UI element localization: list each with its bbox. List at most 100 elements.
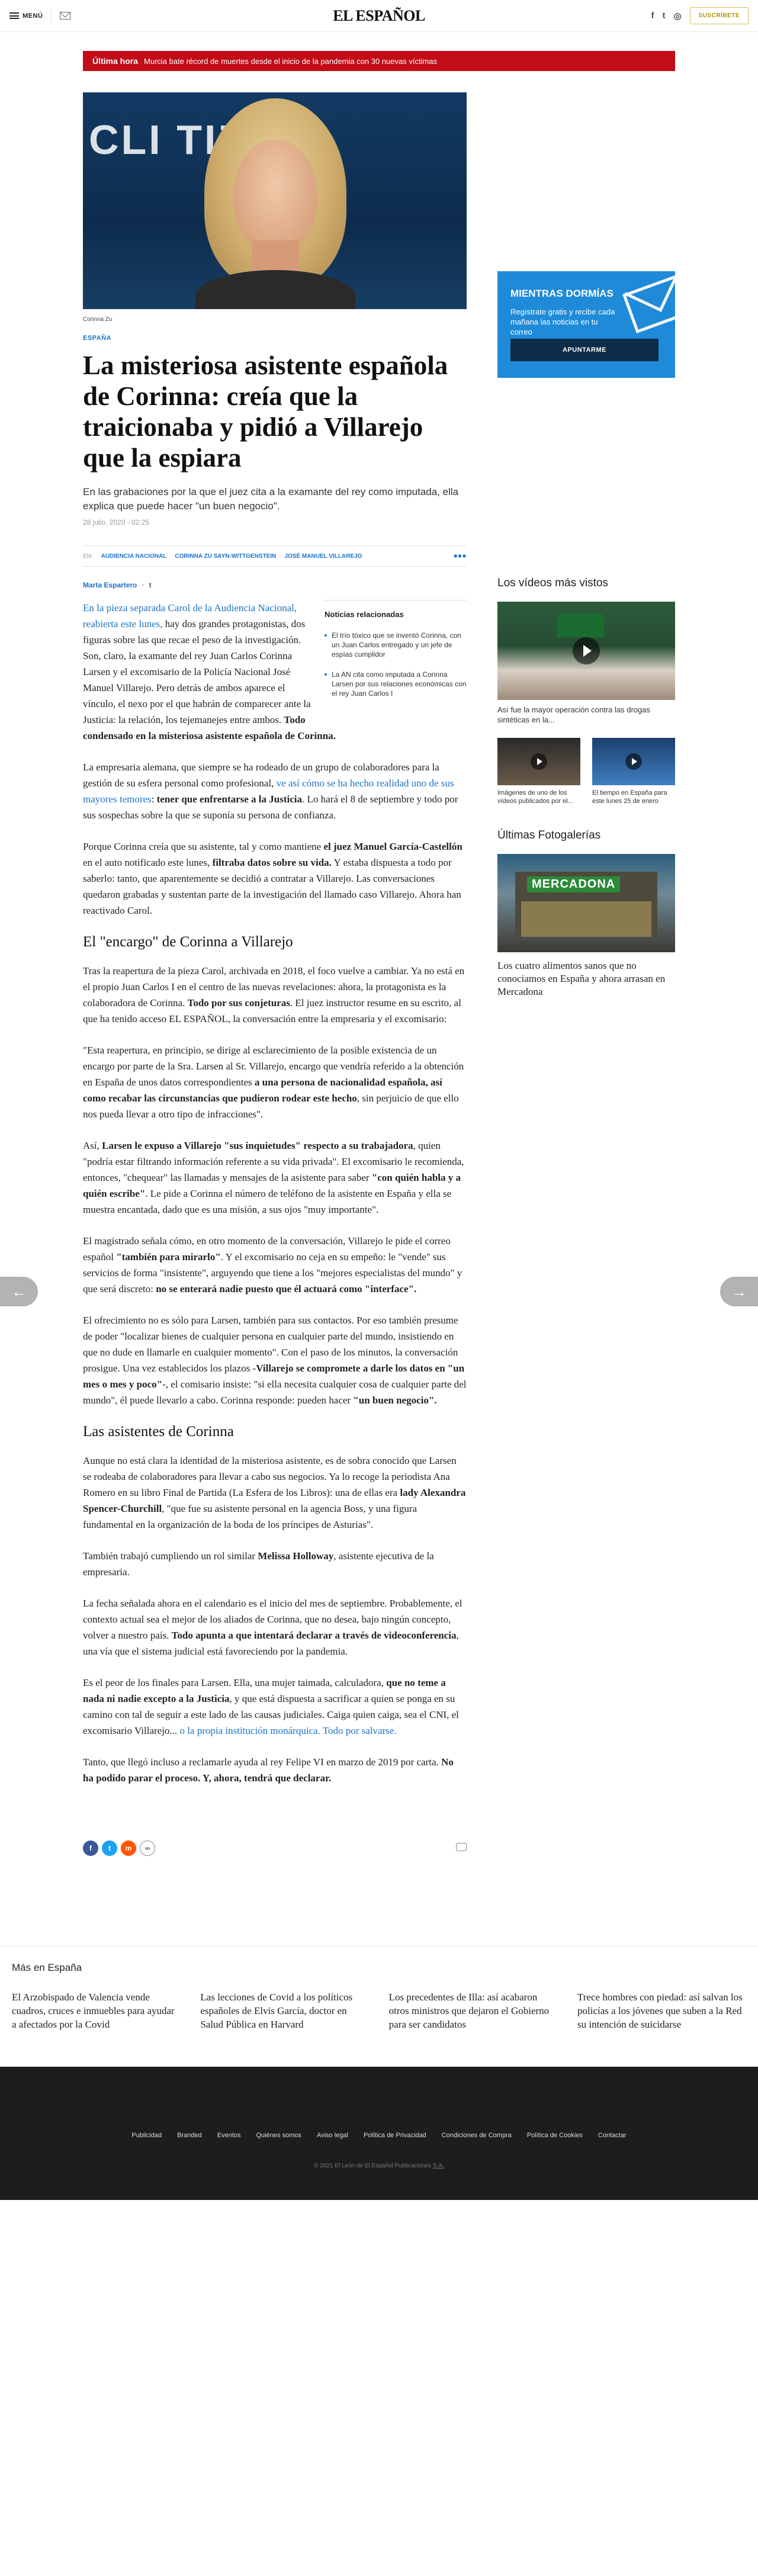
play-icon [573,637,600,664]
share-meneame-button[interactable]: m [121,1841,136,1856]
footer-link[interactable]: Política de Privacidad [364,2132,426,2139]
newsletter-box: MIENTRAS DORMÍAS Regístrate gratis y rec… [497,271,675,378]
related-news-item[interactable]: La AN cita como imputada a Corinna Larse… [325,670,467,698]
author-twitter-icon[interactable]: t [149,581,152,589]
footer-link[interactable]: Publicidad [131,2132,162,2139]
breaking-news-bar[interactable]: Última hora Murcia bate récord de muerte… [83,51,675,71]
more-news-item[interactable]: Las lecciones de Covid a los políticos e… [200,1990,369,2031]
text-span: en el auto notificado este lunes, [83,857,213,868]
gallery-thumbnail[interactable]: MERCADONA [497,854,675,952]
bold-span: Larsen le expuso a Villarejo "sus inquie… [102,1140,413,1151]
copyright-text: © 2021 El León de El Español Publicacion… [314,2163,433,2169]
share-facebook-button[interactable]: f [83,1841,98,1856]
newsletter-text: Regístrate gratis y recibe cada mañana l… [510,307,615,336]
tag-link[interactable]: AUDIENCIA NACIONAL [101,553,167,560]
paragraph: La fecha señalada ahora en el calendario… [83,1595,467,1659]
more-news-title: Más en España [12,1962,82,1973]
bold-span: Melissa Holloway [258,1550,334,1562]
section-heading: El "encargo" de Corinna a Villarejo [83,934,293,950]
related-news-title: Noticias relacionadas [325,610,404,619]
footer-link[interactable]: Aviso legal [317,2132,348,2139]
bold-span: Todo por sus conjeturas [187,997,290,1008]
share-link-button[interactable]: ∞ [140,1841,155,1856]
video-caption[interactable]: Así fue la mayor operación contra las dr… [497,705,675,725]
related-news-item[interactable]: El trío tóxico que se inventó Corinna, c… [325,631,467,659]
inline-link[interactable]: o la propia institución monárquica. Todo… [179,1725,396,1736]
more-news-grid: El Arzobispado de Valencia vende cuadros… [12,1990,746,2031]
footer-link[interactable]: Branded [177,2132,202,2139]
video-caption: Imágenes de uno de los vídeos publicados… [497,789,573,805]
bold-span: el juez Manuel García-Castellón [323,841,462,852]
more-news-section: Más en España El Arzobispado de Valencia… [0,1946,758,2067]
author-separator: • [142,581,144,589]
hero-image: CLI TIZEN [83,92,467,309]
section-tag[interactable]: ESPAÑA [83,335,467,342]
menu-label: MENÚ [23,12,43,20]
more-news-item[interactable]: Trece hombres con piedad: así salvan los… [577,1990,746,2031]
play-icon [531,753,547,770]
copyright-link[interactable]: S.A. [433,2163,444,2169]
gallery-title: Últimas Fotogalerías [497,829,601,841]
subscribe-button[interactable]: SUSCRÍBETE [689,7,749,24]
paragraph: Porque Corinna creía que su asistente, t… [83,839,467,918]
newsletter-signup-button[interactable]: APUNTARME [510,339,659,361]
more-options-icon[interactable]: ••• [454,550,467,563]
instagram-icon[interactable]: ◎ [673,11,681,21]
footer-link[interactable]: Política de Cookies [527,2132,583,2139]
image-caption: Corinna Zu [83,316,113,323]
site-footer: Publicidad Branded Eventos Quiénes somos… [0,2067,758,2200]
paragraph: El ofrecimiento no es sólo para Larsen, … [83,1312,467,1408]
video-item[interactable]: Imágenes de uno de los vídeos publicados… [497,738,580,805]
menu-button[interactable]: MENÚ [9,12,43,20]
footer-link[interactable]: Eventos [217,2132,241,2139]
text-span: También trabajó cumpliendo un rol simila… [83,1550,258,1562]
breaking-label: Última hora [92,56,139,66]
paragraph: Tanto, que llegó incluso a reclamarle ay… [83,1754,467,1786]
bold-span: tener que enfrentarse a la Justicia [156,794,303,805]
footer-link[interactable]: Condiciones de Compra [442,2132,512,2139]
hero-dress-shape [195,270,355,309]
site-logo[interactable]: EL ESPAÑOL [333,7,425,25]
tag-link[interactable]: JOSÉ MANUEL VILLAREJO [284,553,362,560]
play-icon [625,753,642,770]
hero-face-shape [234,140,317,252]
article-date: 28 julio, 2020 - 02:25 [83,518,150,526]
next-article-arrow-icon[interactable]: → [720,1277,758,1306]
comment-icon[interactable] [456,1843,467,1851]
paragraph: Así, Larsen le expuso a Villarejo "sus i… [83,1138,467,1218]
store-sign: MERCADONA [527,876,621,892]
share-twitter-button[interactable]: t [102,1841,117,1856]
videos-section: Los vídeos más vistos Así fue la mayor o… [497,577,675,805]
footer-copyright: © 2021 El León de El Español Publicacion… [0,2163,758,2169]
prev-article-arrow-icon[interactable]: ← [0,1277,38,1306]
article-main: CLI TIZEN Corinna Zu ESPAÑA La misterios… [83,92,467,1857]
gallery-caption[interactable]: Los cuatro alimentos sanos que no conoci… [497,959,675,998]
paragraph: Tras la reapertura de la pieza Carol, ar… [83,963,467,1027]
tag-link[interactable]: CORINNA ZU SAYN-WITTGENSTEIN [175,553,276,560]
footer-link[interactable]: Contactar [598,2132,627,2139]
video-thumbnail[interactable] [497,602,675,700]
twitter-icon[interactable]: t [662,11,665,21]
more-news-item[interactable]: El Arzobispado de Valencia vende cuadros… [12,1990,181,2031]
text-span: hay dos grandes protagonistas, dos figur… [83,618,311,725]
video-item[interactable]: El tiempo en España para este lunes 25 d… [592,738,675,805]
video-caption: El tiempo en España para este lunes 25 d… [592,789,667,805]
paragraph: "Esta reapertura, en principio, se dirig… [83,1042,467,1122]
footer-link[interactable]: Quiénes somos [256,2132,301,2139]
paragraph: Aunque no está clara la identidad de la … [83,1453,467,1533]
share-bar: f t m ∞ [83,1839,467,1857]
paragraph: El magistrado señala cómo, en otro momen… [83,1233,467,1297]
mail-icon[interactable] [60,12,71,20]
article-title: La misteriosa asistente española de Cori… [83,351,448,473]
text-span: Es el peor de los finales para Larsen. E… [83,1677,387,1688]
gallery-section: Últimas Fotogalerías MERCADONA Los cuatr… [497,829,675,998]
facebook-icon[interactable]: f [651,11,654,21]
author-link[interactable]: Marta Espartero [83,581,137,589]
more-news-item[interactable]: Los precedentes de Illa: así acabaron ot… [389,1990,558,2031]
envelope-icon [622,274,675,333]
text-span: Así, [83,1140,102,1151]
related-news-box: Noticias relacionadas El trío tóxico que… [325,600,467,709]
bold-span: Todo apunta a que intentará declarar a t… [171,1630,457,1641]
paragraph: También trabajó cumpliendo un rol simila… [83,1548,467,1580]
breaking-text: Murcia bate récord de muertes desde el i… [144,56,438,66]
